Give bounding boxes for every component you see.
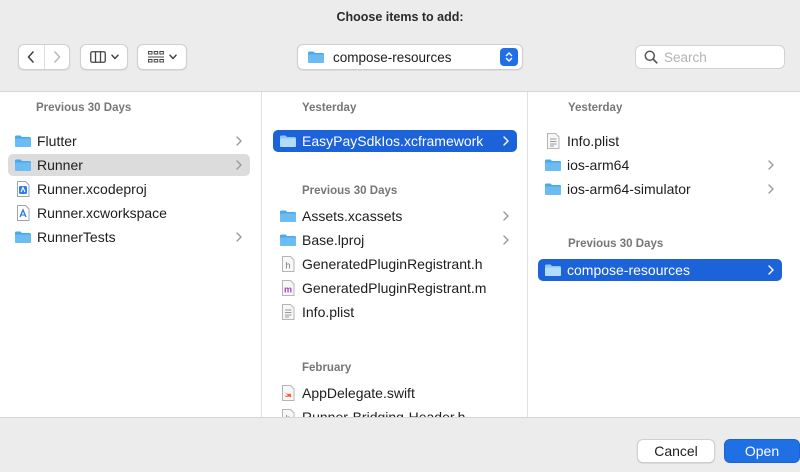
list-item-label: ios-arm64-simulator <box>567 181 691 197</box>
section-header: February <box>302 362 352 374</box>
folder-icon <box>544 181 562 197</box>
list-item-label: ios-arm64 <box>567 157 630 173</box>
section-header: Yesterday <box>568 102 623 114</box>
list-item-label: Runner-Bridging-Header.h <box>302 409 466 417</box>
plist-file-icon <box>279 304 297 320</box>
list-item-label: Flutter <box>37 133 77 149</box>
search-field[interactable] <box>635 45 785 69</box>
list-item-base-lproj[interactable]: Base.lproj <box>273 229 517 251</box>
list-item-label: RunnerTests <box>37 229 116 245</box>
list-item-compose-resources[interactable]: compose-resources <box>538 259 782 281</box>
list-item-ios-arm64-simulator[interactable]: ios-arm64-simulator <box>538 178 782 200</box>
section-header: Yesterday <box>302 102 357 114</box>
chevron-right-icon <box>766 265 776 275</box>
list-item-label: Runner <box>37 157 83 173</box>
list-item-generatedpluginregistrant-m[interactable]: m GeneratedPluginRegistrant.m <box>273 277 517 299</box>
section-header: Previous 30 Days <box>36 102 132 114</box>
xcworkspace-icon <box>14 205 32 221</box>
list-item-flutter[interactable]: Flutter <box>8 130 250 152</box>
list-item-label: Runner.xcodeproj <box>37 181 147 197</box>
section-header: Previous 30 Days <box>568 238 664 250</box>
list-item-label: Runner.xcworkspace <box>37 205 167 221</box>
folder-icon <box>308 51 324 63</box>
svg-text:h: h <box>285 261 290 271</box>
dialog-title: Choose items to add: <box>336 10 464 24</box>
chevron-right-icon <box>54 51 61 63</box>
search-input[interactable] <box>664 49 774 65</box>
chevron-right-icon <box>766 184 776 194</box>
list-item-easypaysdkios-xcframework[interactable]: EasyPaySdkIos.xcframework <box>273 130 517 152</box>
chevron-down-icon <box>168 54 177 60</box>
list-item-label: Info.plist <box>567 133 620 149</box>
list-item-label: compose-resources <box>567 262 690 278</box>
grid-group-icon <box>147 51 164 63</box>
list-item-label: GeneratedPluginRegistrant.h <box>302 256 483 272</box>
list-item-label: Base.lproj <box>302 232 365 248</box>
list-item-label: Info.plist <box>302 304 355 320</box>
list-item-label: Assets.xcassets <box>302 208 403 224</box>
chevron-right-icon <box>501 211 511 221</box>
cancel-button[interactable]: Cancel <box>637 439 715 463</box>
chevron-left-icon <box>28 51 35 63</box>
h-file-icon: h <box>279 256 297 272</box>
toolbar: compose-resources <box>0 44 800 72</box>
column-1: Previous 30 Days Flutter Runner Runner.xcod… <box>0 92 262 417</box>
columns-view-icon <box>89 51 106 63</box>
search-icon <box>644 50 658 64</box>
svg-text:m: m <box>284 285 292 295</box>
list-item-generatedpluginregistrant-h[interactable]: h GeneratedPluginRegistrant.h <box>273 253 517 275</box>
list-item-runner[interactable]: Runner <box>8 154 250 176</box>
back-button[interactable] <box>19 45 44 69</box>
folder-icon <box>14 133 32 149</box>
list-item-runnertests[interactable]: RunnerTests <box>8 226 250 248</box>
list-item-label: GeneratedPluginRegistrant.m <box>302 280 487 296</box>
folder-icon <box>279 232 297 248</box>
column-2: Yesterday EasyPaySdkIos.xcframework Previo… <box>262 92 528 417</box>
folder-icon <box>14 157 32 173</box>
column-3: Yesterday Info.plist ios-arm64 ios-arm64-si… <box>528 92 800 417</box>
list-item-runner-bridging-header-h[interactable]: h Runner-Bridging-Header.h <box>273 406 517 417</box>
xcodeproj-icon <box>14 181 32 197</box>
group-button[interactable] <box>137 44 187 70</box>
view-mode-button[interactable] <box>80 44 128 70</box>
forward-button[interactable] <box>43 45 69 69</box>
list-item-label: EasyPaySdkIos.xcframework <box>302 133 484 149</box>
chevron-right-icon <box>234 160 244 170</box>
list-item-info-plist[interactable]: Info.plist <box>538 130 782 152</box>
h-file-icon: h <box>279 409 297 417</box>
back-forward-group <box>18 44 70 70</box>
chevron-down-icon <box>110 54 119 60</box>
swift-file-icon <box>279 385 297 401</box>
folder-icon <box>279 208 297 224</box>
folder-icon <box>279 133 297 149</box>
chevron-right-icon <box>766 160 776 170</box>
m-file-icon: m <box>279 280 297 296</box>
popup-arrows-icon <box>500 48 518 66</box>
list-item-info-plist[interactable]: Info.plist <box>273 301 517 323</box>
chevron-right-icon <box>234 232 244 242</box>
open-button[interactable]: Open <box>724 439 800 463</box>
folder-icon <box>14 229 32 245</box>
chevron-right-icon <box>501 136 511 146</box>
chevron-right-icon <box>234 136 244 146</box>
chevron-right-icon <box>501 235 511 245</box>
list-item-assets-xcassets[interactable]: Assets.xcassets <box>273 205 517 227</box>
location-popup[interactable]: compose-resources <box>297 44 523 70</box>
folder-icon <box>544 157 562 173</box>
plist-file-icon <box>544 133 562 149</box>
column-browser: Previous 30 Days Flutter Runner Runner.xcod… <box>0 91 800 418</box>
section-header: Previous 30 Days <box>302 185 398 197</box>
list-item-label: AppDelegate.swift <box>302 385 415 401</box>
list-item-runner-xcworkspace[interactable]: Runner.xcworkspace <box>8 202 250 224</box>
list-item-runner-xcodeproj[interactable]: Runner.xcodeproj <box>8 178 250 200</box>
list-item-ios-arm64[interactable]: ios-arm64 <box>538 154 782 176</box>
folder-icon <box>544 262 562 278</box>
location-popup-label: compose-resources <box>333 49 452 65</box>
list-item-appdelegate-swift[interactable]: AppDelegate.swift <box>273 382 517 404</box>
svg-text:h: h <box>285 414 290 418</box>
